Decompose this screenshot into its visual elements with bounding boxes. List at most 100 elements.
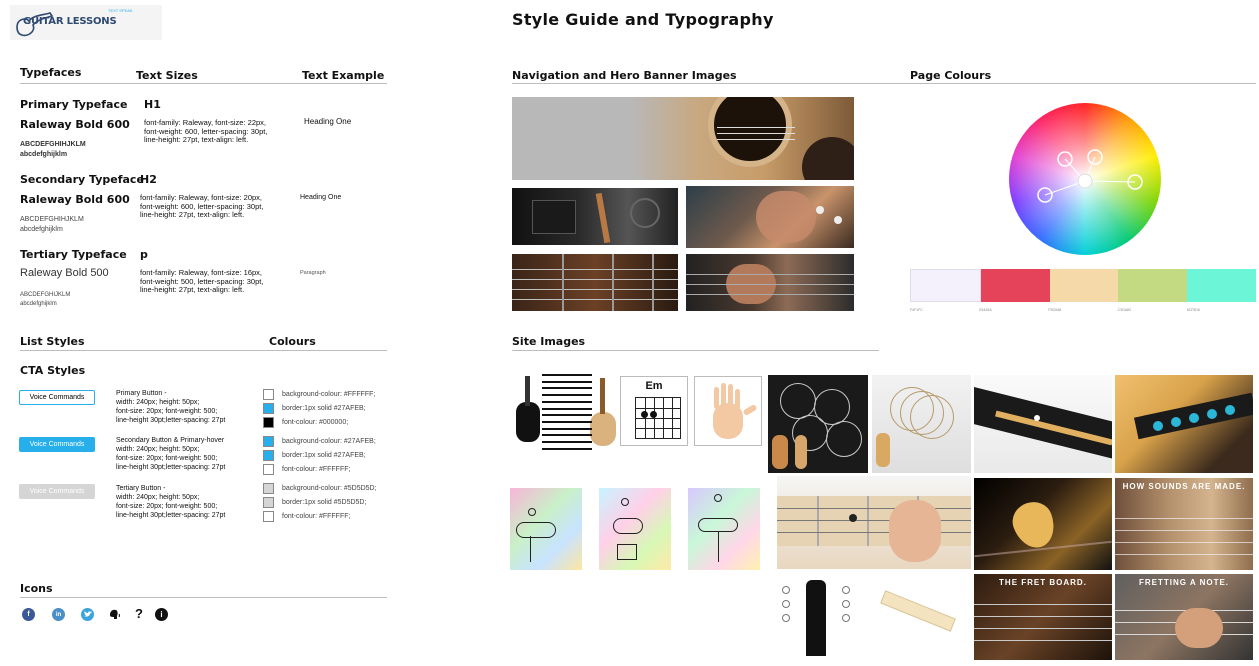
posture-illustration-2 xyxy=(599,488,671,570)
banner-thumb-fretboard xyxy=(512,254,678,311)
colour-swatch xyxy=(263,403,274,414)
colour-swatch xyxy=(263,497,274,508)
typeface-lower: abcdefghijklm xyxy=(20,301,57,307)
twitter-icon[interactable] xyxy=(81,608,94,621)
logo-badge: TEXT SPEAK xyxy=(108,8,133,13)
guitar-nut-image xyxy=(872,588,958,644)
list-styles-divider xyxy=(20,350,387,351)
palette-swatch xyxy=(910,269,981,302)
guitar-anatomy-diagram xyxy=(512,372,616,452)
typeface-name: Secondary Typeface xyxy=(20,173,144,186)
voice-icon[interactable] xyxy=(108,608,122,622)
colour-swatch xyxy=(263,464,274,475)
typeface-font: Raleway Bold 600 xyxy=(20,118,130,131)
typeface-font: Raleway Bold 600 xyxy=(20,193,130,206)
typeface-spec-3: line-height: 27pt, text-align: left. xyxy=(140,285,245,295)
palette-codes: F4F1FC E5435A F5D9A8 C3DA83 6CF5D6 xyxy=(910,308,1256,312)
finger-numbers-image xyxy=(694,376,762,446)
colour-swatch xyxy=(263,483,274,494)
cta-spec-2: font-size: 20px; font-weight: 500; xyxy=(116,503,218,510)
typeface-name: Tertiary Typeface xyxy=(20,248,127,261)
typeface-level: H2 xyxy=(140,173,157,186)
cta-spec-3: line-height 30pt;letter-spacing: 27pt xyxy=(116,464,226,471)
image-caption: THE FRET BOARD. xyxy=(999,578,1087,587)
cta-spec-1: width: 240px; height: 50px; xyxy=(116,446,200,453)
cta-styles-heading: CTA Styles xyxy=(20,364,86,377)
colour-swatch xyxy=(263,389,274,400)
typeface-name: Primary Typeface xyxy=(20,98,128,111)
swatch-label: background-colour: #5D5D5D; xyxy=(282,485,377,492)
hero-banner-image xyxy=(512,97,854,180)
image-caption: FRETTING A NOTE. xyxy=(1138,578,1230,587)
banner-thumb-playing xyxy=(686,254,854,311)
colours-heading: Colours xyxy=(269,335,316,348)
palette-code: 6CF5D6 xyxy=(1186,308,1200,312)
icons-divider xyxy=(20,597,387,598)
colour-swatch xyxy=(263,436,274,447)
nav-images-heading: Navigation and Hero Banner Images xyxy=(512,69,737,82)
nav-images-divider xyxy=(512,83,1256,84)
linkedin-icon[interactable]: in xyxy=(52,608,65,621)
site-images-divider xyxy=(512,350,879,351)
palette-code: F5D9A8 xyxy=(1048,308,1062,312)
typeface-example: Heading One xyxy=(304,117,352,126)
logo[interactable]: GUITAR LESSONS TEXT SPEAK xyxy=(10,5,162,40)
primary-cta-button[interactable]: Voice Commands xyxy=(19,390,95,405)
help-icon[interactable]: ? xyxy=(135,606,143,621)
cta-spec-3: line-height 30pt;letter-spacing: 27pt xyxy=(116,512,226,519)
how-sounds-image: HOW SOUNDS ARE MADE. xyxy=(1115,478,1253,570)
swatch-label: border:1px solid #5D5D5D; xyxy=(282,499,367,506)
typeface-lower: abcdefghijklm xyxy=(20,226,63,233)
typeface-upper: ABCDEFGHIHJKLM xyxy=(20,141,86,148)
swatch-label: font-colour: #FFFFFF; xyxy=(282,513,351,520)
text-example-heading: Text Example xyxy=(302,69,385,82)
cta-spec-1: width: 240px; height: 50px; xyxy=(116,399,200,406)
cta-title: Secondary Button & Primary-hover xyxy=(116,437,225,444)
colour-swatch xyxy=(263,511,274,522)
typeface-spec-3: line-height: 27pt, text-align: left. xyxy=(140,210,245,220)
facebook-icon[interactable]: f xyxy=(22,608,35,621)
cta-spec-2: font-size: 20px; font-weight: 500; xyxy=(116,455,218,462)
colour-wheel xyxy=(1009,103,1161,255)
typefaces-heading: Typefaces xyxy=(20,66,82,79)
cta-spec-2: font-size: 20px; font-weight: 500; xyxy=(116,408,218,415)
strings-dark-image xyxy=(768,375,868,473)
palette-swatch xyxy=(1049,269,1119,302)
tertiary-cta-button[interactable]: Voice Commands xyxy=(19,484,95,499)
image-caption: HOW SOUNDS ARE MADE. xyxy=(1122,482,1246,491)
chord-name: Em xyxy=(645,380,663,392)
cta-title: Primary Button - xyxy=(116,390,167,397)
site-images-heading: Site Images xyxy=(512,335,586,348)
info-icon[interactable]: i xyxy=(155,608,168,621)
finger-on-fret-image xyxy=(777,476,971,569)
chord-chart-image: Em xyxy=(620,376,688,446)
secondary-cta-button[interactable]: Voice Commands xyxy=(19,437,95,452)
text-sizes-heading: Text Sizes xyxy=(136,69,198,82)
typeface-upper: ABCDEFGHIJKLM xyxy=(20,292,71,298)
icons-heading: Icons xyxy=(20,582,53,595)
fretboard-inlay-image xyxy=(974,375,1112,473)
colour-swatch xyxy=(263,417,274,428)
palette-code: E5435A xyxy=(979,308,992,312)
posture-illustration-3 xyxy=(688,488,760,570)
typefaces-divider xyxy=(20,83,387,84)
palette-swatch xyxy=(1118,269,1188,302)
palette-code: C3DA83 xyxy=(1117,308,1131,312)
list-styles-heading: List Styles xyxy=(20,335,85,348)
palette-code: F4F1FC xyxy=(910,308,923,312)
swatch-label: font-colour: #FFFFFF; xyxy=(282,466,351,473)
typeface-font: Raleway Bold 500 xyxy=(20,267,109,279)
banner-thumb-amp xyxy=(512,188,678,245)
typeface-lower: abcdefghijklm xyxy=(20,151,68,158)
strings-light-image xyxy=(872,375,971,473)
cta-spec-1: width: 240px; height: 50px; xyxy=(116,494,200,501)
fretting-note-image: FRETTING A NOTE. xyxy=(1115,574,1253,660)
swatch-label: background-colour: #27AFEB; xyxy=(282,438,376,445)
palette-swatch xyxy=(980,269,1050,302)
swatch-label: background-colour: #FFFFFF; xyxy=(282,391,376,398)
cta-spec-3: line-height 30pt;letter-spacing: 27pt xyxy=(116,417,226,424)
typeface-level: H1 xyxy=(144,98,161,111)
guitar-pick-image xyxy=(974,478,1112,570)
cta-title: Tertiary Button - xyxy=(116,485,166,492)
typeface-example: Paragraph xyxy=(300,270,326,276)
